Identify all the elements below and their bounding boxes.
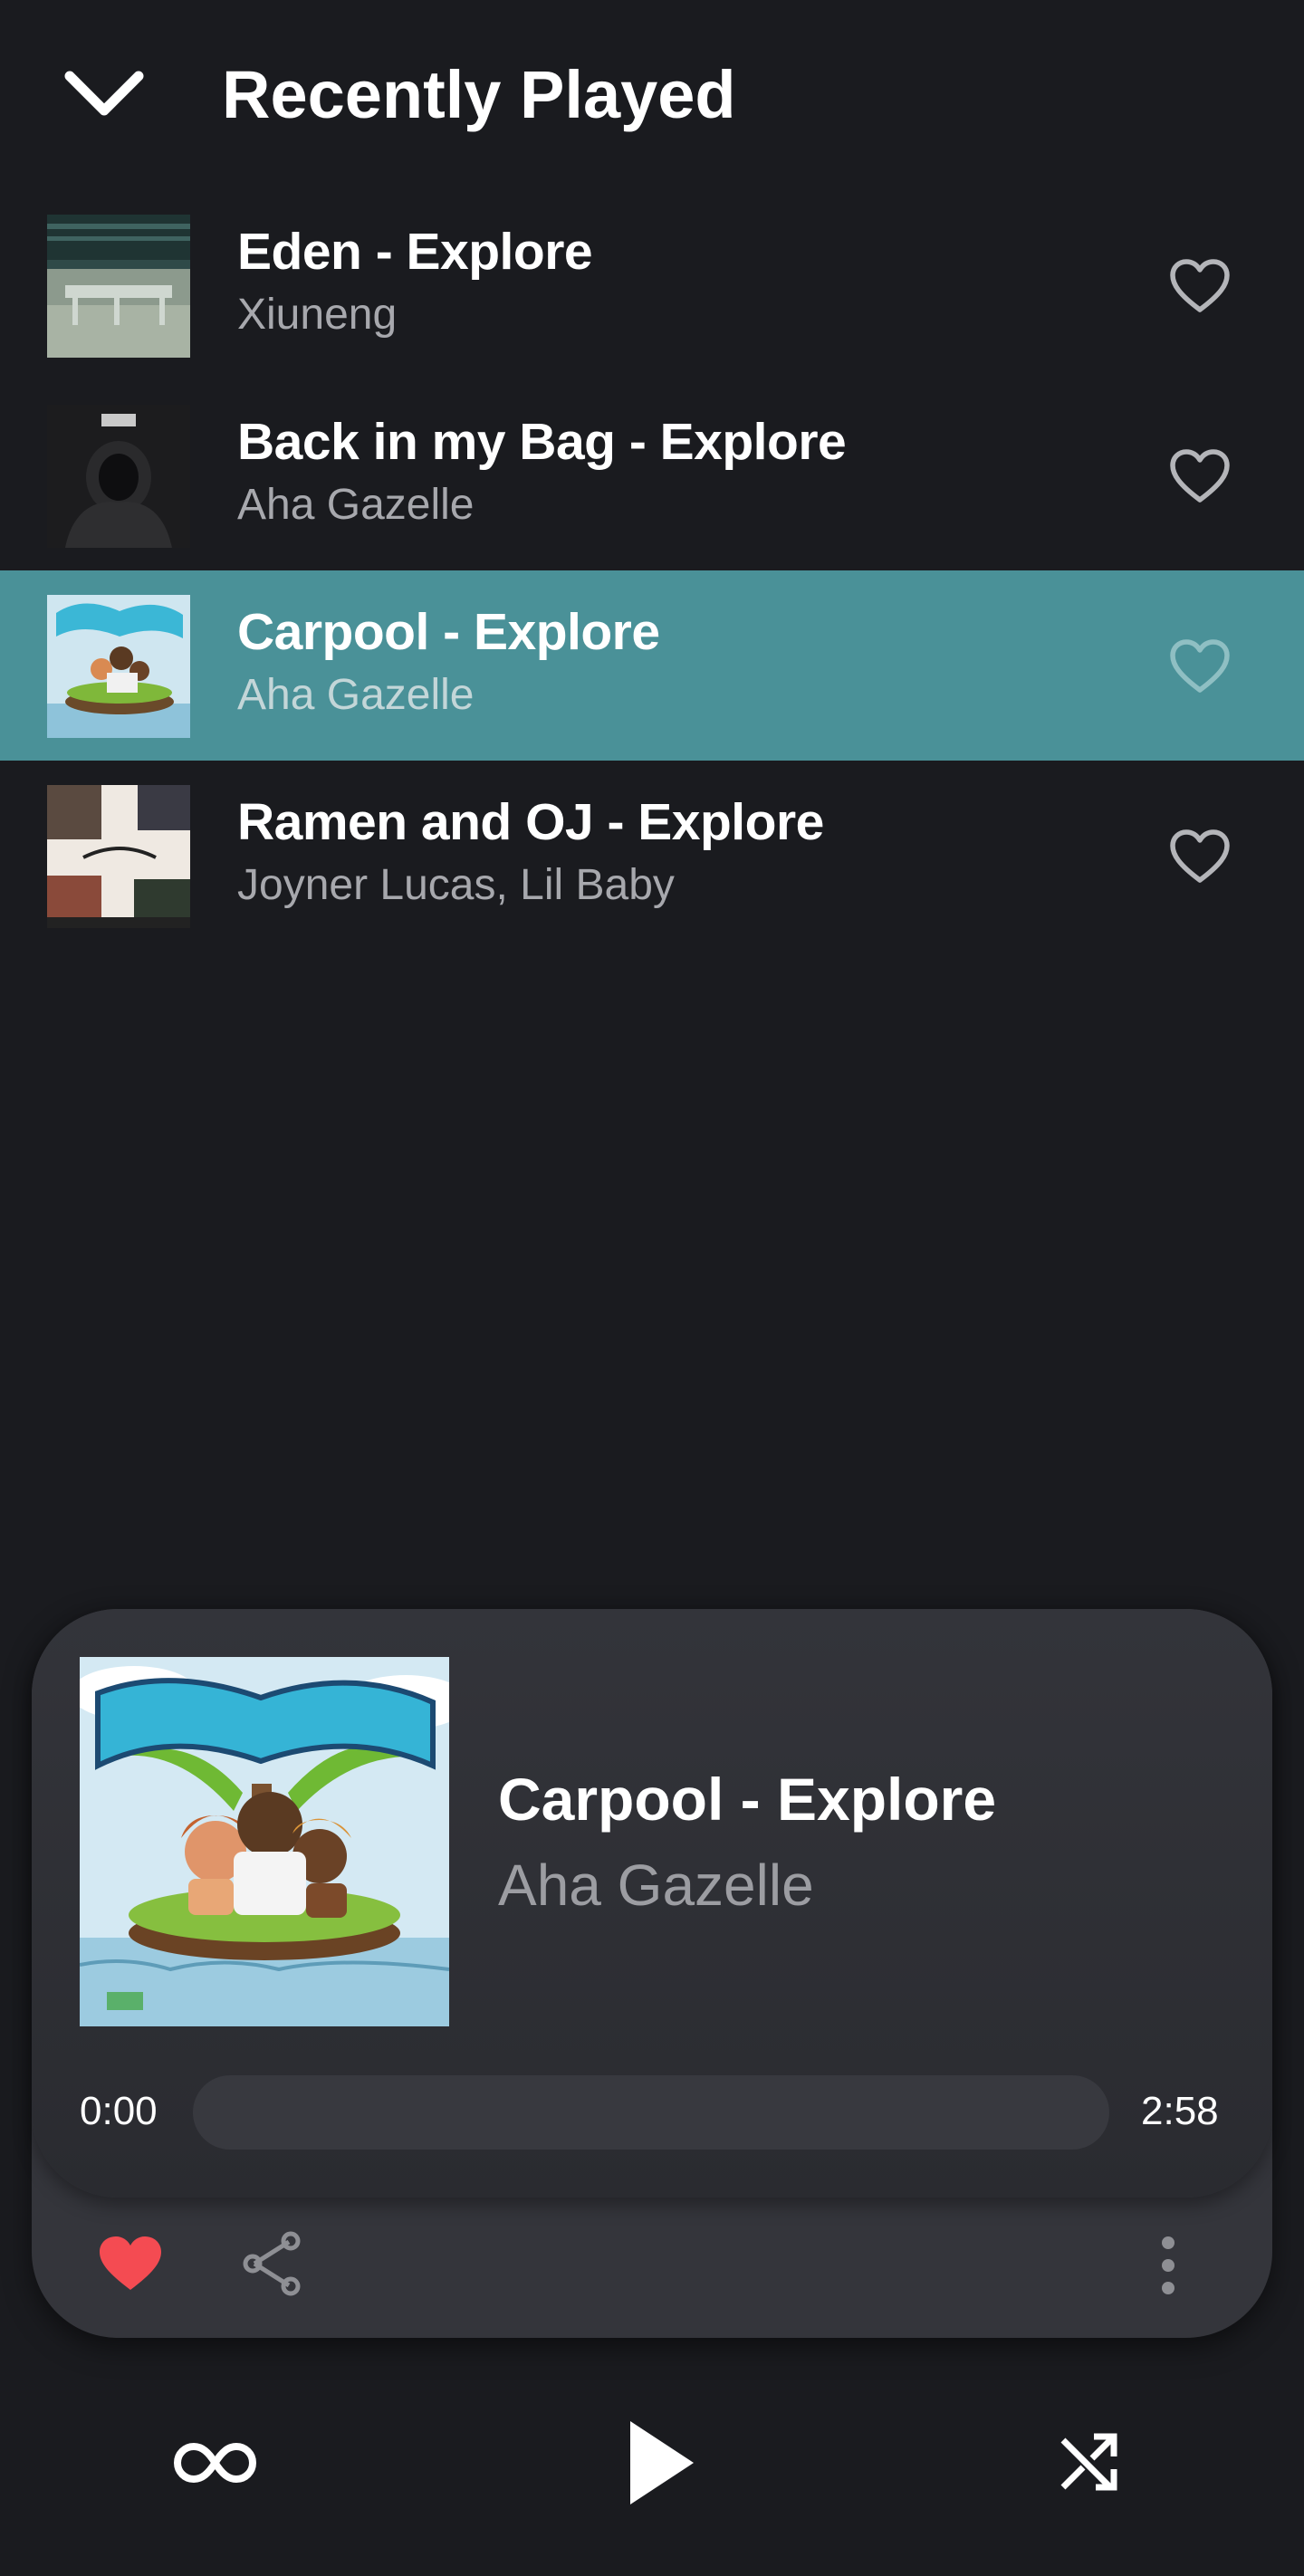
now-playing-panel[interactable]: Carpool - Explore Aha Gazelle 0:00 2:58: [32, 1609, 1272, 2198]
track-title: Carpool - Explore: [237, 603, 660, 661]
heart-outline-icon: [1170, 639, 1230, 693]
total-time: 2:58: [1141, 2089, 1219, 2133]
now-playing-title: Carpool - Explore: [498, 1766, 997, 1833]
album-art-carpool: [47, 595, 190, 738]
track-artist: Aha Gazelle: [237, 481, 475, 529]
collapse-button[interactable]: [59, 63, 149, 127]
track-row-carpool[interactable]: Carpool - Explore Aha Gazelle: [0, 570, 1304, 761]
play-icon: [630, 2421, 694, 2504]
playback-controls: [0, 2390, 1304, 2553]
heart-filled-icon: [100, 2236, 161, 2290]
favorite-button[interactable]: [1168, 258, 1232, 314]
favorite-button[interactable]: [1168, 448, 1232, 504]
chevron-down-icon: [64, 71, 144, 116]
heart-outline-icon: [1170, 829, 1230, 883]
track-artist: Xiuneng: [237, 291, 398, 339]
track-list: Eden - Explore Xiuneng Back in my Bag - …: [0, 190, 1304, 951]
now-playing-artist: Aha Gazelle: [498, 1853, 814, 1918]
header: Recently Played: [0, 0, 1304, 186]
track-row-back-in-my-bag[interactable]: Back in my Bag - Explore Aha Gazelle: [0, 380, 1304, 570]
more-options-button[interactable]: [1155, 2234, 1182, 2297]
page-title: Recently Played: [222, 57, 736, 132]
track-row-eden[interactable]: Eden - Explore Xiuneng: [0, 190, 1304, 380]
progress-bar[interactable]: [193, 2075, 1109, 2150]
heart-outline-icon: [1170, 259, 1230, 312]
track-title: Eden - Explore: [237, 223, 593, 281]
shuffle-icon: [1060, 2433, 1117, 2491]
more-vertical-icon: [1162, 2236, 1175, 2294]
track-artist: Aha Gazelle: [237, 671, 475, 719]
repeat-button[interactable]: [172, 2436, 258, 2490]
now-playing-card: Carpool - Explore Aha Gazelle 0:00 2:58: [32, 1609, 1272, 2338]
heart-outline-icon: [1170, 449, 1230, 503]
album-art-ramen-and-oj: [47, 785, 190, 928]
track-artist: Joyner Lucas, Lil Baby: [237, 861, 675, 909]
favorite-button[interactable]: [1168, 828, 1232, 885]
share-icon: [243, 2231, 301, 2296]
share-button[interactable]: [240, 2231, 305, 2296]
favorite-now-playing-button[interactable]: [97, 2234, 164, 2294]
elapsed-time: 0:00: [80, 2089, 158, 2133]
shuffle-button[interactable]: [1058, 2431, 1119, 2493]
repeat-icon: [174, 2443, 256, 2483]
favorite-button[interactable]: [1168, 638, 1232, 694]
track-title: Back in my Bag - Explore: [237, 413, 847, 471]
track-title: Ramen and OJ - Explore: [237, 793, 824, 851]
album-art-back-in-my-bag: [47, 405, 190, 548]
album-art-eden: [47, 215, 190, 358]
play-button[interactable]: [625, 2418, 697, 2508]
track-row-ramen-and-oj[interactable]: Ramen and OJ - Explore Joyner Lucas, Lil…: [0, 761, 1304, 951]
now-playing-album-art: [80, 1657, 449, 2026]
